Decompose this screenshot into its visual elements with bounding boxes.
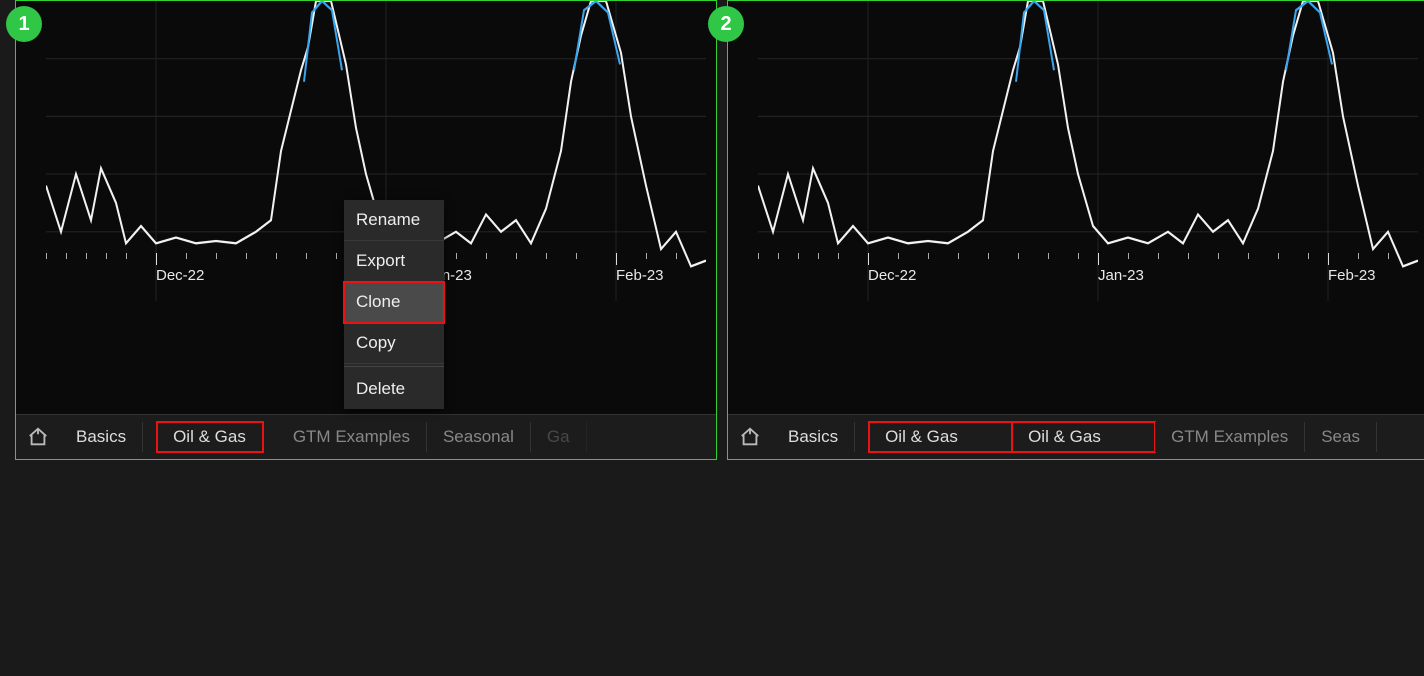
tab-oil-gas-clone[interactable]: Oil & Gas [1012,422,1155,452]
panel-before: Dec-22 Jan-23 Feb-23 Rename Export Clone… [15,0,717,460]
tab-basics[interactable]: Basics [60,422,143,452]
tab-bar: Basics Oil & Gas Oil & Gas GTM Examples … [728,414,1424,459]
step-badge-2: 2 [708,6,744,42]
menu-divider [344,366,444,367]
home-icon[interactable] [728,415,772,459]
panel-after: Dec-22 Jan-23 Feb-23 Basics Oil & Gas Oi… [727,0,1424,460]
home-icon[interactable] [16,415,60,459]
axis-label: Dec-22 [868,267,916,284]
tab-context-menu: Rename Export Clone Copy Delete [344,200,444,409]
axis-label: Jan-23 [1098,267,1144,284]
menu-item-rename[interactable]: Rename [344,200,444,241]
tab-bar: Basics Oil & Gas GTM Examples Seasonal G… [16,414,716,459]
tab-gtm-examples[interactable]: GTM Examples [1155,422,1305,452]
menu-item-clone[interactable]: Clone [344,282,444,323]
axis-label: Dec-22 [156,267,204,284]
tab-seasonal[interactable]: Seas [1305,422,1377,452]
series-primary [758,1,1418,266]
menu-item-delete[interactable]: Delete [344,369,444,409]
axis-label: Feb-23 [1328,267,1376,284]
menu-item-copy[interactable]: Copy [344,323,444,364]
tab-gtm-examples[interactable]: GTM Examples [277,422,427,452]
tab-extra[interactable]: Ga [531,422,587,452]
tab-basics[interactable]: Basics [772,422,855,452]
tab-seasonal[interactable]: Seasonal [427,422,531,452]
axis-label: Feb-23 [616,267,664,284]
x-axis: Dec-22 Jan-23 Feb-23 [758,253,1418,283]
step-badge-1: 1 [6,6,42,42]
tab-oil-gas[interactable]: Oil & Gas [157,422,263,452]
tab-oil-gas[interactable]: Oil & Gas [869,422,1012,452]
menu-item-export[interactable]: Export [344,241,444,282]
